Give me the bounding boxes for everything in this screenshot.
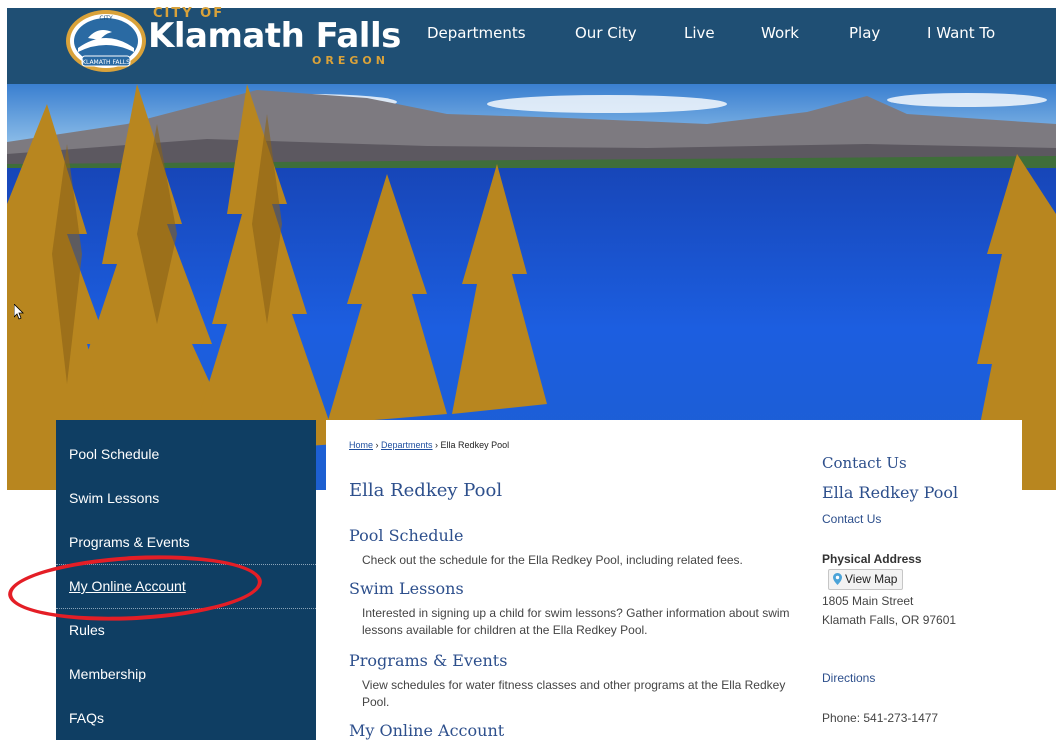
sidebar-item-pool-schedule[interactable]: Pool Schedule xyxy=(56,432,316,476)
breadcrumb: Home › Departments › Ella Redkey Pool xyxy=(349,440,509,450)
site-header: KLAMATH FALLS CITY CITY OF Klamath Falls… xyxy=(7,6,1056,84)
seal-bottom-text: KLAMATH FALLS xyxy=(82,59,130,66)
section-title-pool-schedule[interactable]: Pool Schedule xyxy=(349,526,463,545)
breadcrumb-separator: › xyxy=(373,440,382,450)
sidebar-item-rules[interactable]: Rules xyxy=(56,608,316,652)
breadcrumb-current: Ella Redkey Pool xyxy=(440,440,510,450)
logo-state: OREGON xyxy=(312,54,389,67)
address-line-2: Klamath Falls, OR 97601 xyxy=(822,613,957,627)
nav-departments[interactable]: Departments xyxy=(427,24,526,42)
sidebar-item-label: Swim Lessons xyxy=(69,490,160,506)
sidebar-item-label: Pool Schedule xyxy=(69,446,160,462)
sidebar-item-programs-events[interactable]: Programs & Events xyxy=(56,520,316,564)
breadcrumb-separator: › xyxy=(432,440,441,450)
physical-address-label: Physical Address xyxy=(822,552,922,566)
city-seal-logo[interactable]: KLAMATH FALLS CITY xyxy=(64,8,148,74)
sidebar-item-membership[interactable]: Membership xyxy=(56,652,316,696)
sidebar-item-label: Membership xyxy=(69,666,147,682)
map-pin-icon xyxy=(833,572,842,591)
view-map-button[interactable]: View Map xyxy=(828,569,904,591)
seal-top-text: CITY xyxy=(99,15,113,22)
sidebar-item-label: Programs & Events xyxy=(69,534,190,550)
nav-live[interactable]: Live xyxy=(684,24,715,42)
contact-us-link[interactable]: Contact Us xyxy=(822,512,881,526)
mouse-cursor-icon xyxy=(14,304,24,320)
nav-our-city[interactable]: Our City xyxy=(575,24,637,42)
nav-play[interactable]: Play xyxy=(849,24,880,42)
section-desc-pool-schedule: Check out the schedule for the Ella Redk… xyxy=(362,553,743,567)
section-title-programs-events[interactable]: Programs & Events xyxy=(349,651,507,670)
nav-work[interactable]: Work xyxy=(761,24,799,42)
sidebar-item-label: FAQs xyxy=(69,710,105,726)
breadcrumb-home-link[interactable]: Home xyxy=(349,440,373,450)
sidebar-item-my-online-account[interactable]: My Online Account xyxy=(56,564,316,608)
breadcrumb-departments-link[interactable]: Departments xyxy=(381,440,433,450)
sidebar-item-faqs[interactable]: FAQs xyxy=(56,696,316,740)
main-content: Home › Departments › Ella Redkey Pool El… xyxy=(326,420,1022,740)
sidebar-item-label: My Online Account xyxy=(69,578,186,594)
sidebar-item-label: Rules xyxy=(69,622,105,638)
directions-link[interactable]: Directions xyxy=(822,671,875,685)
nav-i-want-to[interactable]: I Want To xyxy=(927,24,995,42)
view-map-label: View Map xyxy=(845,572,898,586)
page-title: Ella Redkey Pool xyxy=(349,480,503,501)
sidebar-item-swim-lessons[interactable]: Swim Lessons xyxy=(56,476,316,520)
address-line-1: 1805 Main Street xyxy=(822,594,914,608)
section-desc-programs-events: View schedules for water fitness classes… xyxy=(362,678,786,709)
contact-name: Ella Redkey Pool xyxy=(822,483,959,502)
logo-city-name[interactable]: Klamath Falls xyxy=(148,16,401,56)
section-title-my-online-account[interactable]: My Online Account xyxy=(349,721,504,740)
section-title-swim-lessons[interactable]: Swim Lessons xyxy=(349,579,464,598)
sidebar-nav: Pool Schedule Swim Lessons Programs & Ev… xyxy=(56,420,316,740)
section-desc-swim-lessons: Interested in signing up a child for swi… xyxy=(362,606,790,637)
phone-number: Phone: 541-273-1477 xyxy=(822,711,939,725)
contact-heading: Contact Us xyxy=(822,454,907,472)
